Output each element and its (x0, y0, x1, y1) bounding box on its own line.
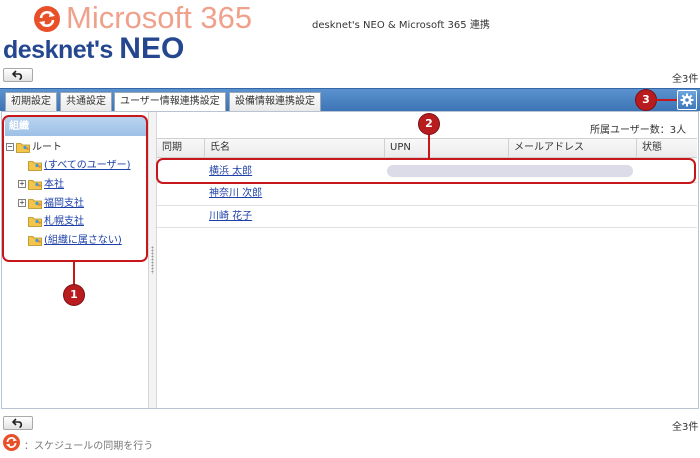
record-count-top: 全3件 (672, 74, 699, 85)
sync-icon (3, 434, 20, 451)
logo-text-small: desknet's (3, 36, 120, 64)
tab-initial-settings[interactable]: 初期設定 (5, 92, 57, 111)
callout-badge-3: 3 (636, 90, 656, 110)
col-sync[interactable]: 同期 (157, 138, 204, 158)
tab-common-settings[interactable]: 共通設定 (60, 92, 112, 111)
member-count: 所属ユーザー数：3人 (590, 125, 687, 136)
settings-gear-button[interactable] (677, 90, 697, 110)
desknets-neo-logo: desknet's NEO (3, 32, 184, 73)
callout-2-line (428, 134, 430, 159)
row-divider (157, 205, 697, 206)
microsoft-365-title: Microsoft 365 (66, 0, 253, 35)
back-arrow-icon (12, 418, 23, 428)
back-button[interactable] (3, 68, 33, 82)
col-email[interactable]: メールアドレス (508, 138, 636, 158)
col-status[interactable]: 状態 (636, 138, 697, 158)
user-name-link[interactable]: 神奈川 次郎 (209, 187, 262, 200)
user-name-link[interactable]: 川崎 花子 (209, 210, 252, 223)
back-button-bottom[interactable] (3, 416, 33, 430)
logo-text-big: NEO (119, 32, 185, 65)
callout-2-box (156, 158, 696, 184)
back-arrow-icon (12, 70, 23, 80)
splitter-grip-icon[interactable] (151, 246, 154, 274)
sync-logo-icon (34, 6, 60, 32)
tab-user-sync-settings[interactable]: ユーザー情報連携設定 (114, 92, 226, 112)
callout-badge-2: 2 (419, 114, 439, 134)
callout-badge-1: 1 (64, 285, 84, 305)
callout-1-box (2, 115, 148, 262)
footer-note: ：スケジュールの同期を行う (24, 441, 154, 452)
callout-1-line (73, 261, 75, 285)
tab-facility-sync-settings[interactable]: 設備情報連携設定 (229, 92, 321, 111)
row-divider (157, 227, 697, 228)
col-name[interactable]: 氏名 (204, 138, 384, 158)
header-subtitle: desknet's NEO & Microsoft 365 連携 (312, 20, 490, 31)
record-count-bottom: 全3件 (672, 422, 699, 433)
col-upn[interactable]: UPN (384, 138, 508, 158)
callout-3-line (656, 99, 677, 101)
gear-icon (680, 93, 694, 107)
